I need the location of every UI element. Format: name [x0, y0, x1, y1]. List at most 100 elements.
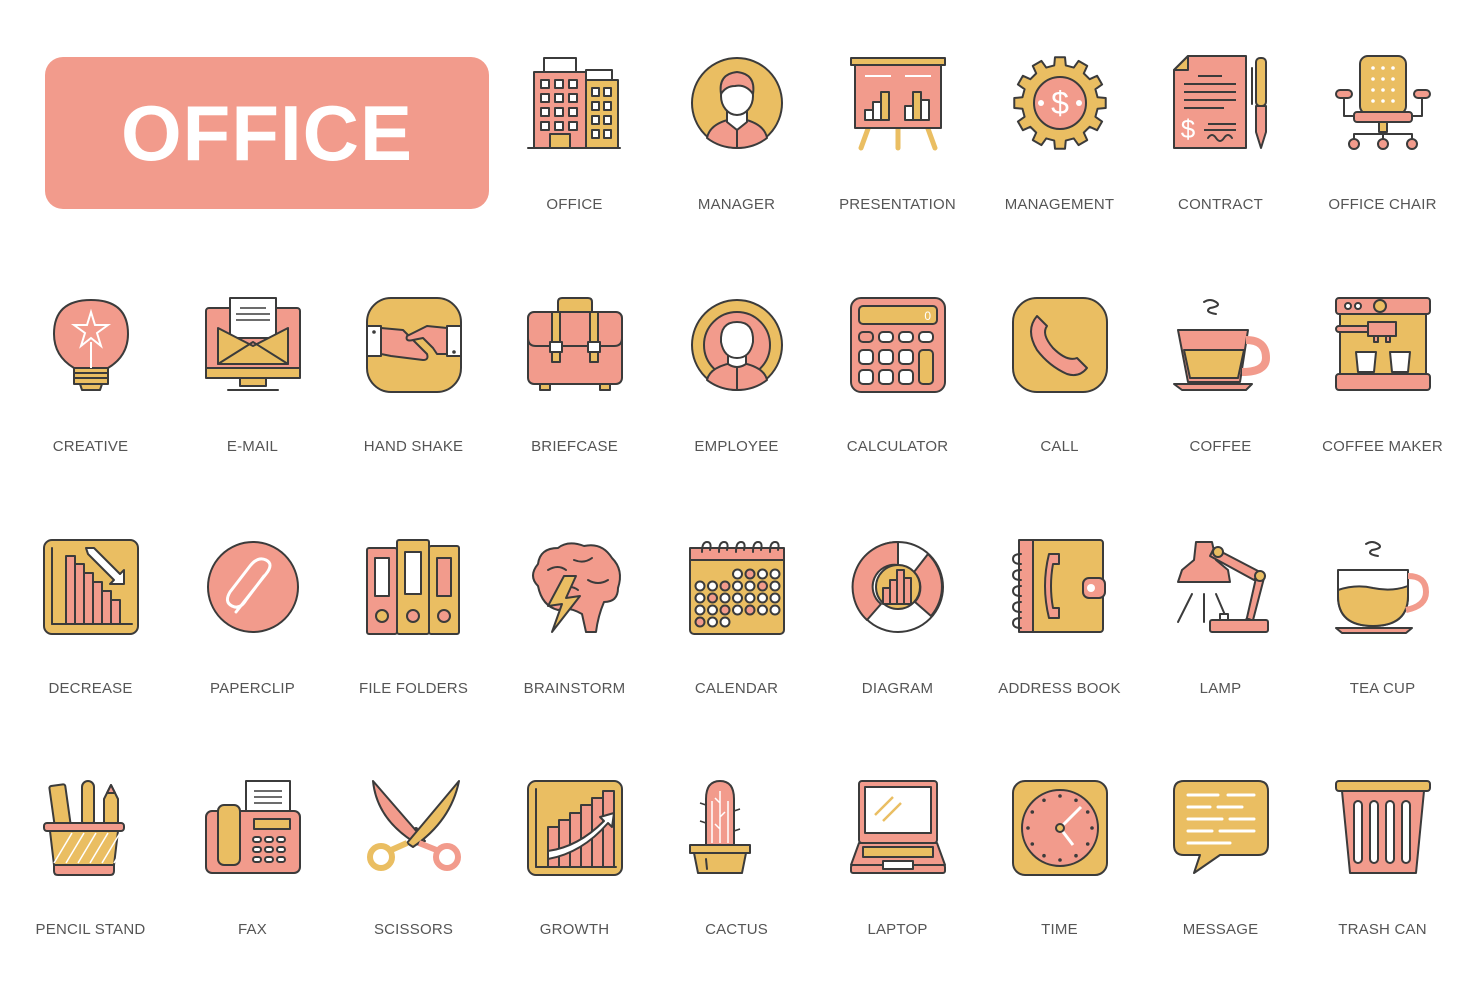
icon-tile[interactable]: PAPERCLIP — [172, 540, 333, 740]
office-chair-icon — [1335, 55, 1431, 150]
growth-chart-icon — [527, 780, 623, 876]
icon-tile[interactable]: TRASH CAN — [1302, 780, 1463, 981]
address-book-icon — [1012, 539, 1106, 633]
clock-icon — [1012, 780, 1108, 876]
trash-can-icon — [1335, 780, 1431, 874]
icon-label: LAMP — [1199, 680, 1242, 697]
handshake-icon — [366, 297, 462, 393]
icon-label: ADDRESS BOOK — [998, 680, 1121, 697]
email-monitor-icon — [205, 297, 301, 391]
icon-tile[interactable]: SCISSORS — [333, 780, 494, 981]
icon-tile[interactable]: E-MAIL — [172, 297, 333, 498]
fax-machine-icon — [205, 780, 301, 874]
icon-label: OFFICE CHAIR — [1328, 196, 1437, 213]
presentation-board-icon — [850, 57, 946, 151]
message-bubble-icon — [1173, 780, 1269, 874]
icon-tile[interactable]: CREATIVE — [10, 298, 171, 498]
decrease-chart-icon — [43, 539, 139, 635]
gear-dollar-icon: $ — [1013, 56, 1107, 150]
icon-label: SCISSORS — [373, 921, 454, 938]
donut-diagram-icon — [851, 540, 944, 633]
brain-lightning-icon — [532, 542, 621, 633]
icon-tile[interactable]: BRIEFCASE — [494, 297, 655, 498]
svg-text:0: 0 — [924, 309, 931, 323]
icon-tile[interactable]: CACTUS — [656, 780, 817, 981]
icon-tile[interactable]: ADDRESS BOOK — [979, 539, 1140, 740]
coffee-cup-icon — [1173, 299, 1271, 391]
icon-tile[interactable]: CALENDAR — [656, 540, 817, 740]
icon-label: LAPTOP — [867, 921, 928, 938]
paperclip-icon — [207, 541, 299, 633]
icon-label: MESSAGE — [1182, 921, 1259, 938]
svg-text:$: $ — [1051, 85, 1069, 121]
icon-tile[interactable]: LAPTOP — [817, 780, 978, 981]
icon-label: TEA CUP — [1349, 680, 1416, 697]
icon-tile[interactable]: PRESENTATION — [817, 56, 978, 256]
coffee-maker-icon — [1335, 297, 1431, 391]
icon-tile[interactable]: MESSAGE — [1140, 780, 1301, 981]
icon-tile[interactable]: DECREASE — [10, 539, 171, 740]
icon-tile[interactable]: PENCIL STAND — [10, 780, 171, 981]
icon-label: COFFEE — [1189, 438, 1252, 455]
icon-tile[interactable]: 0 CALCULATOR — [817, 297, 978, 498]
icon-tile[interactable]: $ CONTRACT — [1140, 55, 1301, 256]
icon-tile[interactable]: COFFEE MAKER — [1302, 297, 1463, 498]
office-building-icon — [527, 57, 621, 149]
icon-tile[interactable]: OFFICE — [494, 56, 655, 256]
manager-avatar-icon — [691, 57, 783, 149]
icon-tile[interactable]: $ MANAGEMENT — [979, 56, 1140, 256]
icon-label: EMPLOYEE — [694, 438, 779, 455]
icon-tile[interactable]: TEA CUP — [1302, 540, 1463, 740]
icon-label: MANAGEMENT — [1004, 196, 1115, 213]
icon-tile[interactable]: GROWTH — [494, 780, 655, 981]
icon-label: BRIEFCASE — [531, 438, 618, 455]
cactus-icon — [689, 780, 751, 874]
icon-label: FAX — [238, 921, 267, 938]
icon-label: DIAGRAM — [861, 680, 934, 697]
icon-label: GROWTH — [539, 921, 610, 938]
title-banner: OFFICE — [45, 57, 489, 209]
icon-tile[interactable]: MANAGER — [656, 56, 817, 256]
icon-tile[interactable]: FAX — [172, 780, 333, 981]
icon-label: TRASH CAN — [1338, 921, 1427, 938]
icon-tile[interactable]: EMPLOYEE — [656, 298, 817, 498]
employee-avatar-icon — [691, 299, 783, 391]
icon-tile[interactable]: COFFEE — [1140, 298, 1301, 498]
icon-label: CALCULATOR — [846, 438, 949, 455]
icon-label: DECREASE — [48, 680, 133, 697]
icon-label: PRESENTATION — [839, 196, 956, 213]
tea-cup-icon — [1335, 541, 1430, 634]
laptop-icon — [850, 780, 946, 874]
icon-tile[interactable]: OFFICE CHAIR — [1302, 55, 1463, 256]
calendar-icon — [689, 541, 785, 635]
icon-label: COFFEE MAKER — [1322, 438, 1443, 455]
icon-label: CACTUS — [705, 921, 768, 938]
icon-label: MANAGER — [697, 196, 776, 213]
lightbulb-star-icon — [53, 299, 129, 391]
icon-label: OFFICE — [546, 196, 603, 213]
icon-tile[interactable]: DIAGRAM — [817, 540, 978, 740]
icon-label: TIME — [1041, 921, 1078, 938]
icon-label: HAND SHAKE — [363, 438, 464, 455]
icon-label: CALL — [1040, 438, 1079, 455]
icon-tile[interactable]: CALL — [979, 297, 1140, 498]
icon-label: FILE FOLDERS — [358, 680, 469, 697]
banner-title: OFFICE — [121, 88, 413, 177]
desk-lamp-icon — [1177, 541, 1269, 633]
svg-text:$: $ — [1181, 114, 1196, 144]
icon-label: PENCIL STAND — [35, 921, 146, 938]
scissors-icon — [367, 780, 461, 871]
file-folders-icon — [366, 539, 460, 635]
icon-tile[interactable]: TIME — [979, 780, 1140, 981]
icon-tile[interactable]: LAMP — [1140, 540, 1301, 740]
icon-label: CONTRACT — [1178, 196, 1263, 213]
icon-label: BRAINSTORM — [523, 680, 626, 697]
icon-tile[interactable]: FILE FOLDERS — [333, 539, 494, 740]
icon-label: CALENDAR — [694, 680, 779, 697]
icon-label: PAPERCLIP — [210, 680, 295, 697]
calculator-icon: 0 — [850, 297, 946, 393]
phone-handset-icon — [1012, 297, 1108, 393]
icon-tile[interactable]: HAND SHAKE — [333, 297, 494, 498]
icon-tile[interactable]: BRAINSTORM — [494, 540, 655, 740]
icon-label: CREATIVE — [52, 438, 129, 455]
